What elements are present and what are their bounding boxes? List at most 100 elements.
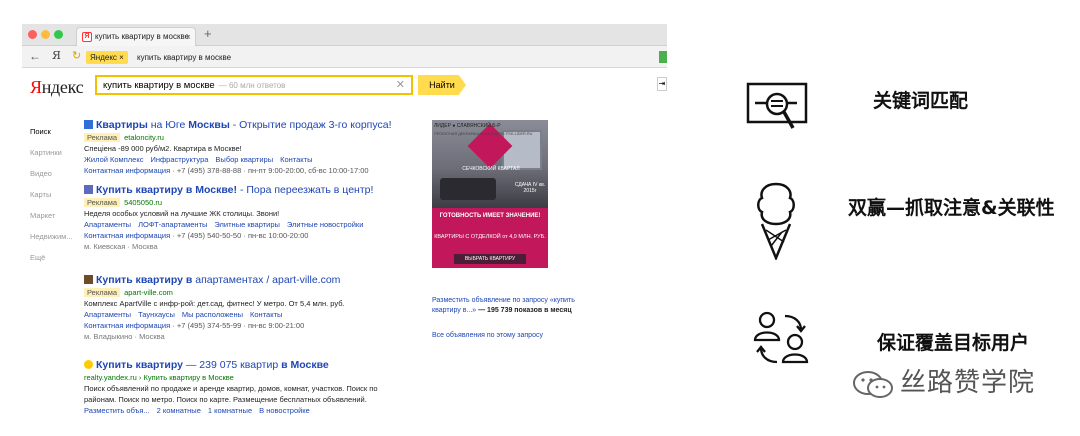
feature-keyword-match: 关键词匹配 [873,90,969,112]
result-url[interactable]: apart-ville.com [124,288,173,297]
result-snippet: Спецiена -89 000 руб/м2. Квартира в Моск… [84,144,242,153]
title-part: в Москве [281,359,329,371]
result-contact: Контактная информация · +7 (495) 378-88-… [84,165,424,176]
nav-item-market[interactable]: Маркет [30,210,73,231]
yandex-logo[interactable]: Яндекс [30,77,84,98]
result-snippet-line2: районам. Поиск по метро. Поиск по карте.… [84,395,367,404]
sitelink[interactable]: Апартаменты [84,220,131,229]
sitelink[interactable]: Контакты [250,310,282,319]
ad-cta-button[interactable]: ВЫБРАТЬ КВАРТИРУ [454,254,526,264]
clear-search-icon[interactable]: ✕ [396,78,405,91]
ad-headline: ГОТОВНОСТЬ ИМЕЕТ ЗНАЧЕНИЕ! [439,213,541,219]
sitelink[interactable]: Мы расположены [182,310,243,319]
browser-tab[interactable]: Я купить квартиру в москве × [76,27,196,46]
sitelink[interactable]: 2 комнатные [157,406,201,415]
sitelink[interactable]: Элитные квартиры [214,220,279,229]
yandex-home-button[interactable]: Я [52,50,61,62]
users-exchange-icon [753,311,809,364]
search-button[interactable]: Найти [418,75,466,95]
nav-item-maps[interactable]: Карты [30,189,73,210]
search-query: купить квартиру в москве — 60 млн ответов [103,79,285,92]
sitelink[interactable]: В новостройке [259,406,310,415]
sitelinks: Апартаменты ЛОФТ-апартаменты Элитные кварт… [84,219,424,230]
contact-details: · +7 (495) 374-55-99 · пн-вс 9:00-21:00 [170,321,305,330]
title-part: Купить квартиру [96,359,183,371]
sitelink[interactable]: Жилой Комплекс [84,155,143,164]
title-part: — 239 075 квартир [182,359,282,371]
ad-brand-name: СЕЧКОВСКИЙ КВАРТАЛ [462,166,520,172]
address-site-pill[interactable]: Яндекс × [86,51,128,64]
slide: Я купить квартиру в москве × + ← Я ↻ Янд… [0,0,1080,436]
contact-link[interactable]: Контактная информация [84,166,170,175]
sitelink[interactable]: Контакты [280,155,312,164]
contact-link[interactable]: Контактная информация [84,231,170,240]
yandex-results-page: Яндекс купить квартиру в москве — 60 млн … [22,68,667,416]
result-url-row: Реклама 5405050.ru [84,197,424,208]
sitelink[interactable]: Элитные новостройки [287,220,364,229]
result-title-link[interactable]: Квартиры на Юге Москвы - Открытие продаж… [84,119,424,132]
sitelink[interactable]: ЛОФТ-апартаменты [138,220,207,229]
contact-link[interactable]: Контактная информация [84,321,170,330]
watermark-text: 丝路赞学院 [900,368,1036,398]
sitelink[interactable]: Апартаменты [84,310,131,319]
new-tab-button[interactable]: + [204,27,212,41]
sitelink[interactable]: 1 комнатные [208,406,252,415]
sitelinks: Апартаменты Таунхаусы Мы расположены Контак… [84,309,424,320]
sitelink[interactable]: Выбор квартиры [215,155,273,164]
search-input[interactable]: купить квартиру в москве — 60 млн ответов… [95,75,434,95]
ad-offer: КВАРТИРЫ С ОТДЕЛКОЙ от 4,9 МЛН. РУБ. [434,234,546,240]
display-ad-banner[interactable]: СЕЧКОВСКИЙ КВАРТАЛ СДАЧА IV кв. 2015г ГО… [432,120,548,290]
result-url[interactable]: etalonсity.ru [124,133,164,142]
result-snippet: Комплекс ApartVille с инфр-рой: дет.сад,… [84,299,345,308]
ad-impressions: — 195 739 показов в месяц [476,307,572,314]
search-vertical-nav: Поиск Картинки Видео Карты Маркет Недвиж… [30,126,73,273]
nav-item-images[interactable]: Картинки [30,147,73,168]
search-result: Купить квартиру в апартаментах / apart-v… [84,274,424,342]
title-part: Квартиры [96,119,148,131]
reload-icon[interactable]: ↻ [72,50,81,62]
all-ads-link[interactable]: Все объявления по этому запросу [432,332,543,339]
wechat-icon [853,371,893,398]
ad-placement-caption: Разместить объявление по запросу «купить… [432,296,592,316]
result-title-link[interactable]: Купить квартиру в апартаментах / apart-v… [84,274,424,287]
yandex-favicon-icon: Я [82,32,92,42]
result-title-link[interactable]: Купить квартиру — 239 075 квартир в Моск… [84,359,424,372]
nav-item-realty[interactable]: Недвижим... [30,231,73,252]
sitelink[interactable]: Инфраструктура [150,155,208,164]
tab-title: купить квартиру в москве [95,32,190,41]
results-hint: — 60 млн ответов [218,81,286,90]
close-tab-icon[interactable]: × [186,28,191,46]
contact-details: · +7 (495) 540-50-50 · пн-вс 10:00-20:00 [170,231,309,240]
minimize-window-button[interactable] [41,30,50,39]
nav-item-search[interactable]: Поиск [30,126,73,147]
back-arrow-icon[interactable]: ← [29,50,41,62]
result-snippet: Поиск объявлений по продаже и аренде ква… [84,384,378,393]
nav-item-video[interactable]: Видео [30,168,73,189]
extension-icon[interactable] [659,51,667,63]
tab-bar: Я купить квартиру в москве × + [22,24,667,46]
keyword-search-icon [746,82,808,129]
result-url-row: Реклама etalonсity.ru [84,132,424,143]
result-url[interactable]: 5405050.ru [124,198,162,207]
site-favicon-icon [84,275,93,284]
result-title-link[interactable]: Купить квартиру в Москве! - Пора переезж… [84,184,424,197]
sitelink[interactable]: Разместить объя... [84,406,150,415]
site-favicon-icon [84,120,93,129]
nav-item-more[interactable]: Ещё [30,252,73,273]
ad-badge: Реклама [84,288,121,297]
maximize-window-button[interactable] [54,30,63,39]
title-part: - Открытие продаж 3-го корпуса! [229,119,392,131]
address-input[interactable]: купить квартиру в москве [137,51,231,64]
search-result: Купить квартиру в Москве! - Пора переезж… [84,184,424,252]
ad-footer-brands: ЛИДЕР ● СЛАВЯНСКИЙ Б-Р [434,123,501,129]
result-location: м. Киевская · Москва [84,242,158,251]
close-window-button[interactable] [28,30,37,39]
contact-details: · +7 (495) 378-88-88 · пн-пт 9:00-20:00,… [170,166,369,175]
ad-sofa-graphic [440,178,496,200]
search-result: Квартиры на Юге Москвы - Открытие продаж… [84,119,424,176]
login-icon[interactable]: ⇥ [657,77,667,91]
result-url[interactable]: realty.yandex.ru › Купить квартиру в Мос… [84,372,424,383]
address-bar: ← Я ↻ Яндекс × купить квартиру в москве [22,46,667,68]
sitelink[interactable]: Таунхаусы [138,310,175,319]
result-contact: Контактная информация · +7 (495) 374-55-… [84,320,424,331]
